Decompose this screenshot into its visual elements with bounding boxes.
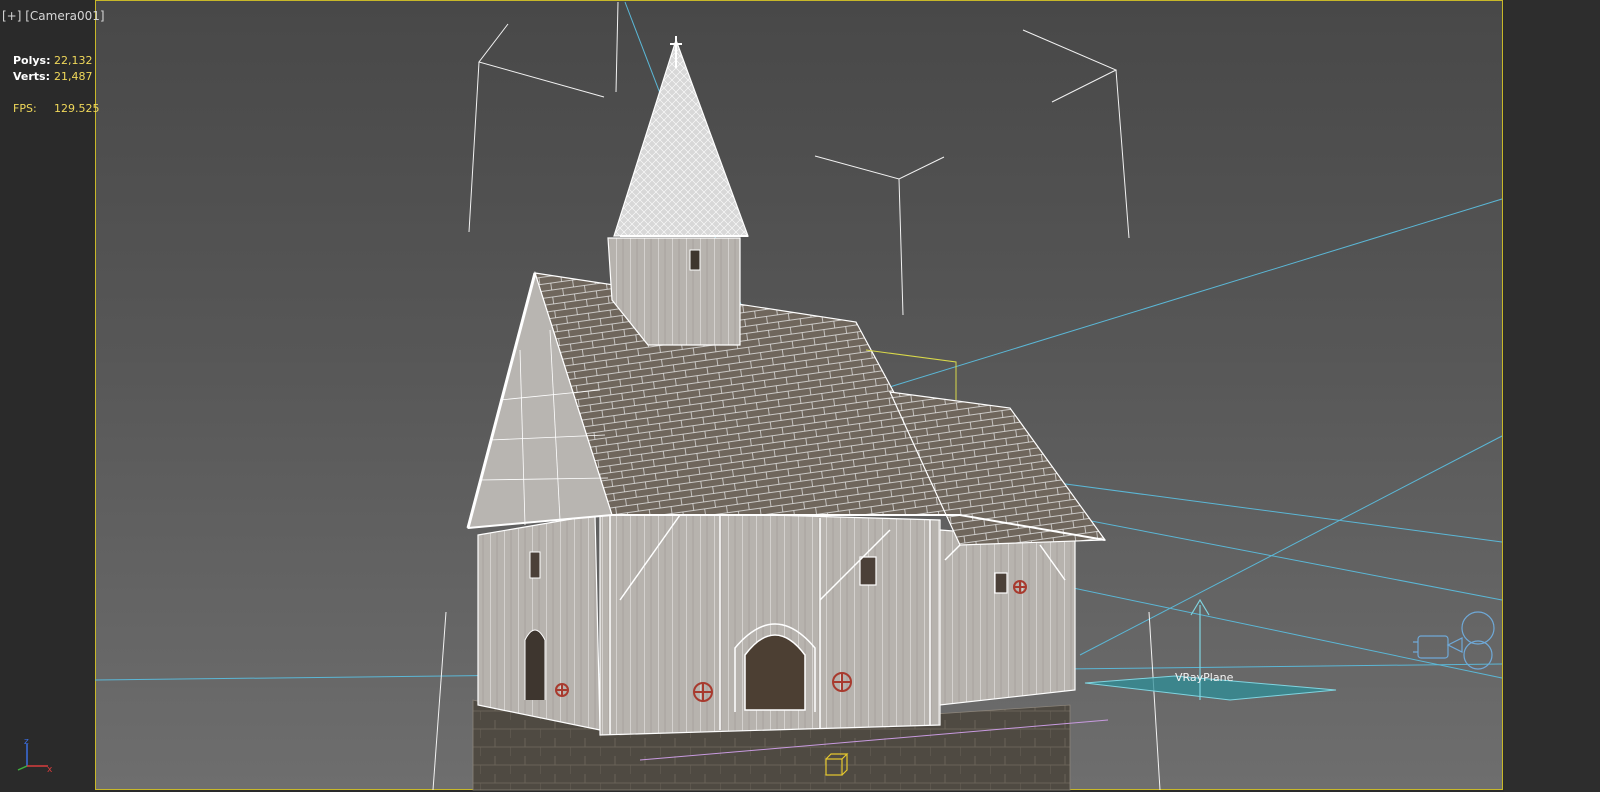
polys-value: 22,132 [54, 54, 93, 67]
camera-icon[interactable] [1413, 611, 1495, 670]
polys-label: Polys: [13, 54, 51, 67]
viewport-camera-label[interactable]: [Camera001] [25, 9, 104, 23]
scene-canvas[interactable]: z x [0, 0, 1600, 792]
viewport[interactable]: z x [+] [Camera001] Polys: 22,132 Verts:… [0, 0, 1600, 792]
axis-gizmo-icon: z x [17, 737, 53, 775]
vray-plane-label: VRayPlane [1175, 671, 1234, 684]
axis-x-label: x [47, 765, 53, 775]
verts-value: 21,487 [54, 70, 93, 83]
verts-label: Verts: [13, 70, 51, 83]
viewport-menu-plus[interactable]: [+] [2, 9, 21, 23]
axis-z-label: z [24, 737, 29, 747]
vray-plane-object[interactable] [1084, 598, 1337, 701]
fps-label: FPS: [13, 102, 37, 115]
church-roof [466, 270, 1107, 546]
church-bell-tower [607, 36, 749, 346]
fps-value: 129.525 [54, 102, 100, 115]
viewport-label: [+] [Camera001] [2, 9, 105, 23]
